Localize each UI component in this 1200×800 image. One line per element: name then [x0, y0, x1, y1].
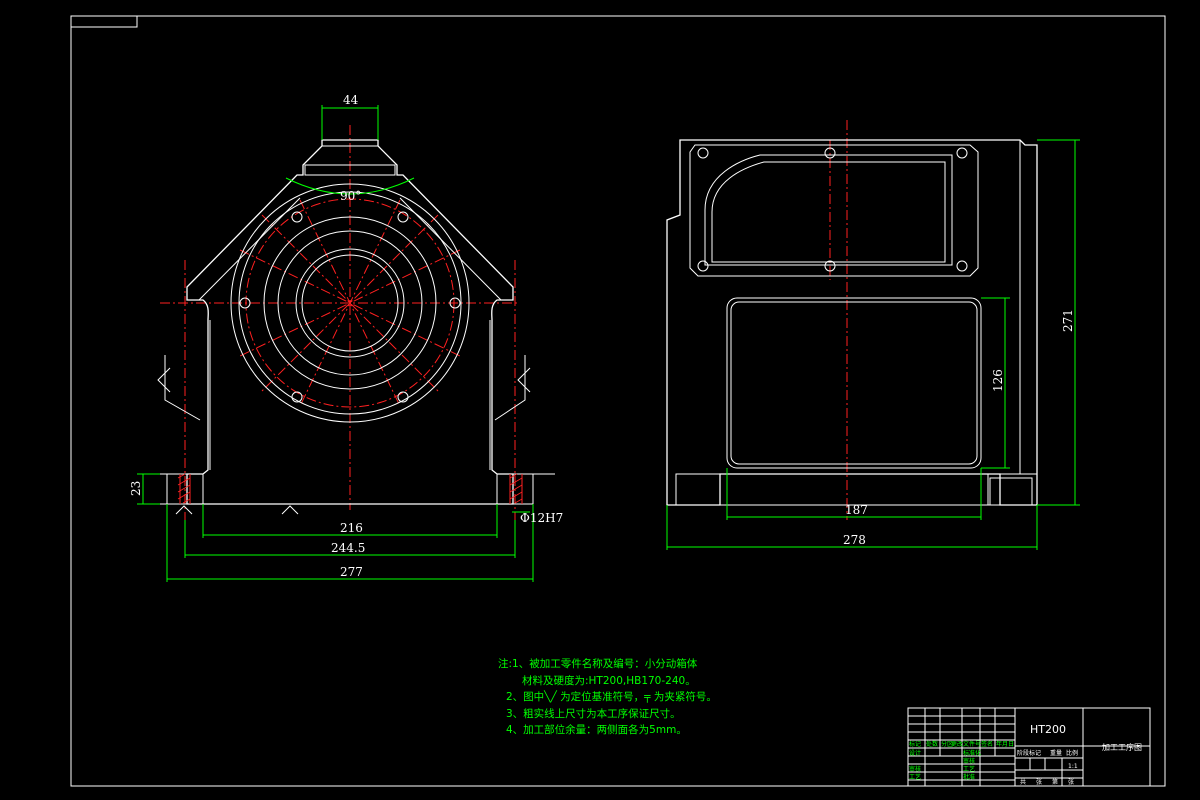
tb-sheet-1: 共	[1020, 778, 1026, 786]
side-view: 271 126 187 278	[666, 120, 1080, 550]
tb-material: HT200	[1030, 723, 1066, 736]
dim-window-height: 126	[991, 369, 1005, 392]
tb-sheet-4: 张	[1068, 778, 1074, 786]
note-line-3: 2、图中╲╱ 为定位基准符号，╤ 为夹紧符号。	[506, 691, 717, 703]
tb-weight-header: 重量	[1050, 749, 1062, 757]
dim-span-inner: 216	[340, 521, 363, 535]
base-hatching-right	[509, 473, 523, 504]
dim-angle: 90°	[340, 189, 361, 203]
note-line-2: 材料及硬度为:HT200,HB170-240。	[522, 674, 696, 687]
tb-header-6: 年月日	[996, 740, 1014, 748]
tb-header-1: 标记	[909, 740, 921, 748]
dim-height: 271	[1061, 309, 1075, 332]
dim-span-overall: 277	[340, 565, 363, 579]
dim-overall-width: 278	[843, 533, 866, 547]
tb-sheet-3: 第	[1052, 778, 1058, 786]
tb-row-review: 审核	[909, 765, 921, 773]
tb-header-5: 签名	[981, 740, 993, 748]
tb-scale: 1:1	[1068, 763, 1078, 770]
tb-sign-3: 工艺	[963, 765, 975, 773]
tb-sign-2: 审核	[963, 757, 975, 765]
tb-header-4: 更改文件号	[951, 740, 981, 748]
dim-hole-fit: Φ12H7	[520, 511, 563, 525]
base-hatching-left	[177, 473, 191, 504]
tb-scale-header: 比例	[1066, 749, 1078, 757]
dim-top-width: 44	[343, 93, 359, 107]
dim-span-mid: 244.5	[331, 541, 365, 555]
tb-sign-4: 批准	[963, 773, 975, 781]
tb-sheet-2: 张	[1036, 778, 1042, 786]
tb-drawing-name: 加工工序图	[1102, 742, 1142, 752]
technical-notes: 注:1、被加工零件名称及编号：小分动箱体 材料及硬度为:HT200,HB170-…	[498, 656, 717, 739]
note-line-1: 注:1、被加工零件名称及编号：小分动箱体	[498, 658, 698, 670]
tb-header-2: 处数	[926, 740, 938, 748]
note-line-5: 4、加工部位余量：两侧面各为5mm。	[506, 724, 687, 736]
note-line-4: 3、粗实线上尺寸为本工序保证尺寸。	[506, 707, 681, 720]
tb-row-design: 设计	[909, 749, 921, 757]
tb-stage-header: 阶段标记	[1017, 749, 1041, 757]
tb-sign-1: 标准化	[963, 749, 981, 757]
dim-window-width: 187	[845, 503, 868, 517]
front-view: 44 90° 23 216 244.5 277 Φ12H7	[129, 93, 563, 582]
tb-row-process: 工艺	[909, 773, 921, 781]
dim-base-height: 23	[129, 481, 143, 496]
title-block: 标记 处数 分区 更改文件号 签名 年月日 设计 审核 工艺 标准化 审核 工艺…	[907, 707, 1151, 787]
